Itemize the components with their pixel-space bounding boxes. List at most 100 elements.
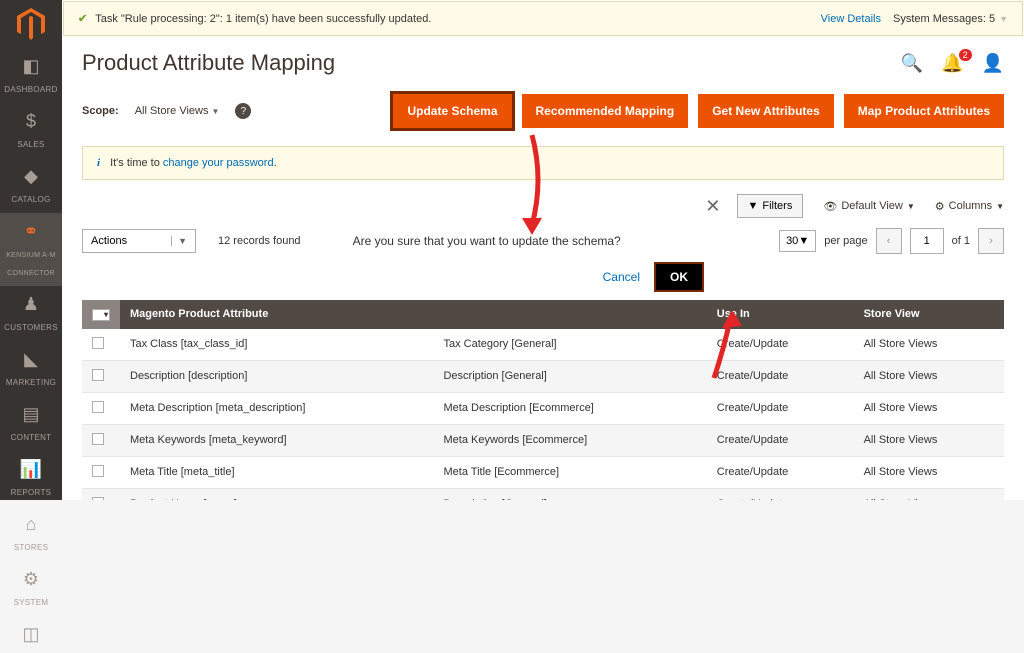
grid-controls-row2: Actions▼ 12 records found Are you sure t… [62,228,1024,262]
cell-mapped: Description [General] [433,360,706,392]
row-checkbox[interactable] [92,369,104,381]
map-product-attributes-button[interactable]: Map Product Attributes [844,94,1004,128]
page-input[interactable] [910,228,944,254]
nav-sales[interactable]: $SALES [0,103,62,158]
table-row[interactable]: Tax Class [tax_class_id]Tax Category [Ge… [82,329,1004,361]
page-title: Product Attribute Mapping [82,50,883,76]
row-checkbox[interactable] [92,465,104,477]
cell-mapped: Tax Category [General] [433,329,706,361]
nav-extensions[interactable]: ◫ [0,616,62,653]
cell-use-in: Create/Update [707,360,854,392]
records-found: 12 records found [218,235,301,247]
change-password-link[interactable]: change your password [163,157,274,169]
cell-magento-attr: Tax Class [tax_class_id] [120,329,433,361]
col-store-view[interactable]: Store View [854,300,1004,329]
cell-mapped: Description [General] [433,488,706,500]
help-icon[interactable]: ? [235,103,251,119]
search-icon[interactable]: 🔍 [901,53,923,74]
modal-prompt: Are you sure that you want to update the… [353,234,772,248]
col-magento-attribute[interactable]: Magento Product Attribute [120,300,433,329]
modal-actions: Cancel OK [62,262,1024,300]
cell-store-view: All Store Views [854,488,1004,500]
row-checkbox[interactable] [92,497,104,501]
row-checkbox[interactable] [92,433,104,445]
update-schema-button[interactable]: Update Schema [393,94,511,128]
col-mapped[interactable] [433,300,706,329]
title-bar: Product Attribute Mapping 🔍 🔔2 👤 [62,36,1024,86]
admin-sidebar: ◧DASHBOARD $SALES ◆CATALOG ⚭KENSIUM A-M … [0,0,62,500]
cell-mapped: Meta Description [Ecommerce] [433,392,706,424]
main-content: ✔ Task "Rule processing: 2": 1 item(s) h… [62,0,1024,500]
cell-use-in: Create/Update [707,424,854,456]
scope-value[interactable]: All Store Views ▼ [135,105,220,117]
grid-controls-row1: ✕ ▼Filters 👁Default View ▼ ⚙Columns ▼ [62,194,1024,228]
table-row[interactable]: Meta Keywords [meta_keyword]Meta Keyword… [82,424,1004,456]
view-details-link[interactable]: View Details [821,13,881,25]
per-page-select[interactable]: 30▼ [779,230,816,252]
cell-mapped: Meta Keywords [Ecommerce] [433,424,706,456]
system-message-text: Task "Rule processing: 2": 1 item(s) hav… [95,13,431,25]
funnel-icon: ▼ [748,200,759,212]
action-bar: Scope: All Store Views ▼ ? Update Schema… [62,86,1024,146]
notifications-icon[interactable]: 🔔2 [941,53,963,74]
cell-magento-attr: Meta Keywords [meta_keyword] [120,424,433,456]
nav-stores[interactable]: ⌂STORES [0,506,62,561]
select-all-header[interactable]: ▾ [82,300,120,329]
table-row[interactable]: Description [description]Description [Ge… [82,360,1004,392]
columns-button[interactable]: ⚙Columns ▼ [935,200,1004,213]
table-row[interactable]: Product Name [name]Description [General]… [82,488,1004,500]
cell-store-view: All Store Views [854,456,1004,488]
actions-select[interactable]: Actions▼ [82,229,196,253]
attribute-table: ▾ Magento Product Attribute Use In Store… [82,300,1004,500]
filters-button[interactable]: ▼Filters [737,194,804,218]
magento-logo[interactable] [12,8,50,40]
nav-marketing[interactable]: ◣MARKETING [0,341,62,396]
nav-dashboard[interactable]: ◧DASHBOARD [0,48,62,103]
recommended-mapping-button[interactable]: Recommended Mapping [522,94,689,128]
cell-use-in: Create/Update [707,392,854,424]
row-checkbox[interactable] [92,337,104,349]
nav-system[interactable]: ⚙SYSTEM [0,561,62,616]
close-icon[interactable]: ✕ [705,196,720,217]
cell-use-in: Create/Update [707,488,854,500]
per-page-label: per page [824,235,867,247]
cell-store-view: All Store Views [854,424,1004,456]
eye-icon: 👁 [823,200,837,213]
page-of-label: of 1 [952,235,970,247]
cell-magento-attr: Meta Description [meta_description] [120,392,433,424]
info-icon: i [97,157,100,169]
cancel-button[interactable]: Cancel [603,270,640,284]
gear-icon: ⚙ [935,200,945,213]
nav-content[interactable]: ▤CONTENT [0,396,62,451]
info-banner: i It's time to change your password. [82,146,1004,180]
system-messages-count[interactable]: System Messages: 5 [893,13,995,25]
cell-magento-attr: Meta Title [meta_title] [120,456,433,488]
cell-magento-attr: Description [description] [120,360,433,392]
scope-label: Scope: [82,105,119,117]
pager: 30▼ per page ‹ of 1 › [779,228,1004,254]
prev-page-button[interactable]: ‹ [876,228,902,254]
cell-use-in: Create/Update [707,456,854,488]
nav-connector[interactable]: ⚭KENSIUM A-M CONNECTOR [0,213,62,286]
nav-customers[interactable]: ♟CUSTOMERS [0,286,62,341]
banner-text: It's time to change your password. [110,157,277,169]
row-checkbox[interactable] [92,401,104,413]
cell-store-view: All Store Views [854,360,1004,392]
col-use-in[interactable]: Use In [707,300,854,329]
get-new-attributes-button[interactable]: Get New Attributes [698,94,834,128]
cell-mapped: Meta Title [Ecommerce] [433,456,706,488]
default-view-button[interactable]: 👁Default View ▼ [823,200,914,213]
cell-use-in: Create/Update [707,329,854,361]
notif-badge: 2 [959,49,972,61]
caret-down-icon[interactable]: ▼ [999,14,1008,24]
nav-catalog[interactable]: ◆CATALOG [0,158,62,213]
nav-reports[interactable]: 📊REPORTS [0,451,62,506]
cell-store-view: All Store Views [854,392,1004,424]
account-icon[interactable]: 👤 [982,53,1004,74]
cell-magento-attr: Product Name [name] [120,488,433,500]
ok-button[interactable]: OK [654,262,704,292]
cell-store-view: All Store Views [854,329,1004,361]
table-row[interactable]: Meta Description [meta_description]Meta … [82,392,1004,424]
table-row[interactable]: Meta Title [meta_title]Meta Title [Ecomm… [82,456,1004,488]
next-page-button[interactable]: › [978,228,1004,254]
